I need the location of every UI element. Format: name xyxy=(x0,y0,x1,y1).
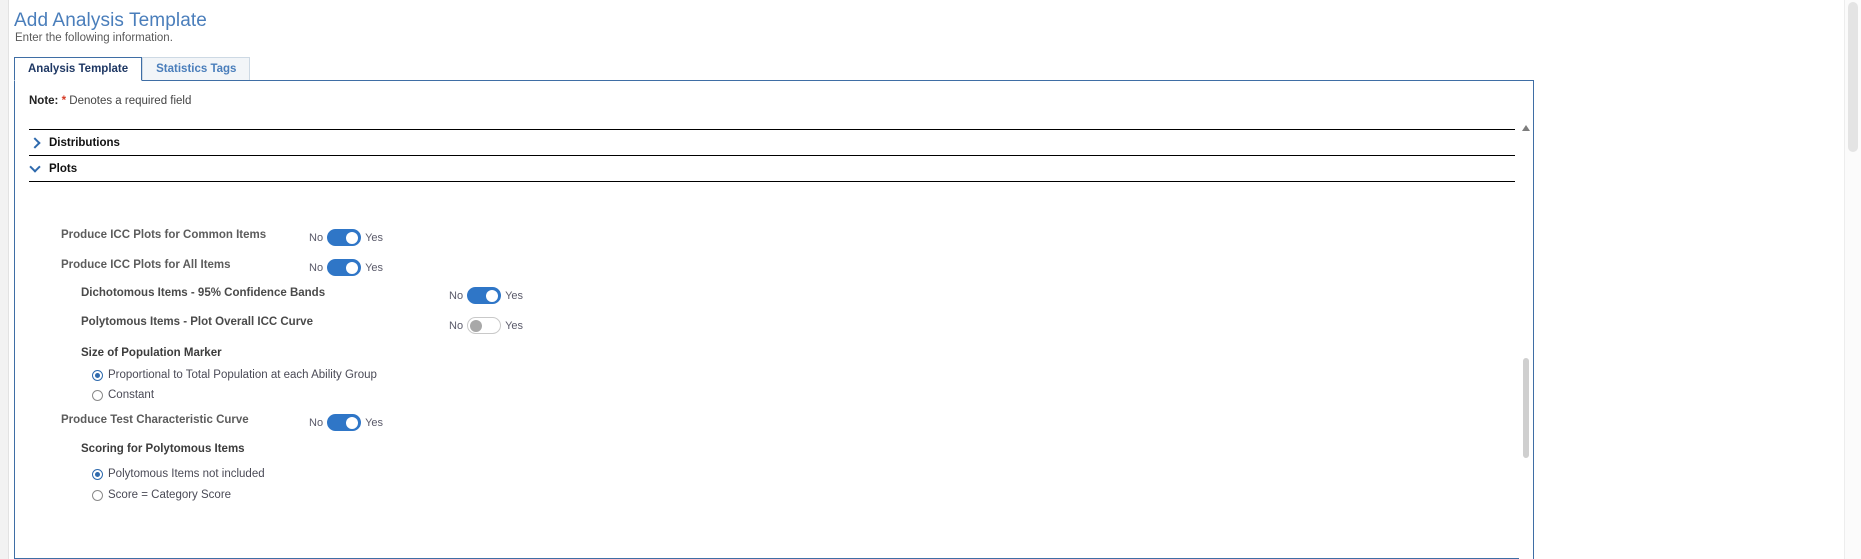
radio-option-proportional[interactable]: Proportional to Total Population at each… xyxy=(92,369,377,381)
tab-analysis-template-label: Analysis Template xyxy=(28,63,129,75)
switch-polytomous-overall-icc[interactable] xyxy=(467,317,502,334)
radio-label-constant: Constant xyxy=(108,389,155,401)
page-scrollbar-thumb[interactable] xyxy=(1848,2,1858,152)
toggle-on-label: Yes xyxy=(505,319,524,332)
toggle-test-characteristic-curve[interactable]: No Yes xyxy=(309,414,383,431)
label-polytomous-overall-icc: Polytomous Items - Plot Overall ICC Curv… xyxy=(81,316,313,328)
label-test-characteristic-curve: Produce Test Characteristic Curve xyxy=(61,414,249,426)
tab-bar: Analysis Template Statistics Tags xyxy=(14,57,251,81)
row-icc-common-items: Produce ICC Plots for Common Items xyxy=(61,229,266,241)
chevron-down-icon xyxy=(29,163,41,175)
radio-option-polytomous-not-included[interactable]: Polytomous Items not included xyxy=(92,468,265,480)
toggle-icc-all-items[interactable]: No Yes xyxy=(309,259,383,276)
form-panel: Note: * Denotes a required field Distrib… xyxy=(14,80,1534,559)
panel-scrollbar[interactable] xyxy=(1519,121,1533,559)
toggle-off-label: No xyxy=(309,416,324,429)
radio-icon-selected xyxy=(92,369,103,381)
note-text: Denotes a required field xyxy=(69,95,192,107)
toggle-polytomous-overall-icc[interactable]: No Yes xyxy=(449,317,523,334)
required-field-note: Note: * Denotes a required field xyxy=(29,95,191,107)
toggle-on-label: Yes xyxy=(365,261,384,274)
toggle-off-label: No xyxy=(309,231,324,244)
toggle-off-label: No xyxy=(449,319,464,332)
page-subtitle: Enter the following information. xyxy=(15,32,173,44)
label-icc-common-items: Produce ICC Plots for Common Items xyxy=(61,229,267,241)
page-scrollbar[interactable] xyxy=(1844,0,1861,559)
page-content: Add Analysis Template Enter the followin… xyxy=(9,0,1845,559)
switch-dichotomous-confidence-bands[interactable] xyxy=(467,287,502,304)
chevron-right-icon xyxy=(29,137,41,149)
radio-label-score-category-score: Score = Category Score xyxy=(108,489,232,501)
page-left-gutter xyxy=(0,0,9,559)
toggle-icc-common-items[interactable]: No Yes xyxy=(309,229,383,246)
toggle-on-label: Yes xyxy=(365,416,384,429)
accordion-distributions-label: Distributions xyxy=(49,136,120,149)
label-dichotomous-confidence-bands: Dichotomous Items - 95% Confidence Bands xyxy=(81,287,326,299)
switch-icc-common-items[interactable] xyxy=(327,229,362,246)
radio-label-polytomous-not-included: Polytomous Items not included xyxy=(108,468,265,480)
tab-statistics-tags-label: Statistics Tags xyxy=(156,63,237,75)
plots-section-divider xyxy=(29,181,1515,182)
switch-knob xyxy=(346,261,359,274)
row-polytomous-overall-icc: Polytomous Items - Plot Overall ICC Curv… xyxy=(81,316,313,328)
radio-option-constant[interactable]: Constant xyxy=(92,389,154,401)
tab-statistics-tags[interactable]: Statistics Tags xyxy=(142,57,251,81)
switch-test-characteristic-curve[interactable] xyxy=(327,414,362,431)
application-window: Add Analysis Template Enter the followin… xyxy=(0,0,1861,559)
label-icc-all-items: Produce ICC Plots for All Items xyxy=(61,259,231,271)
form-scroll-region: Distributions Plots Produce ICC Plots fo… xyxy=(15,121,1533,559)
note-prefix: Note: xyxy=(29,95,59,107)
radio-icon-selected xyxy=(92,468,103,480)
group-label-polytomous-scoring: Scoring for Polytomous Items xyxy=(81,443,245,455)
radio-icon-unselected xyxy=(92,489,103,501)
scrollbar-thumb[interactable] xyxy=(1523,358,1529,458)
toggle-on-label: Yes xyxy=(365,231,384,244)
row-test-characteristic-curve: Produce Test Characteristic Curve xyxy=(61,414,249,426)
toggle-on-label: Yes xyxy=(505,289,524,302)
toggle-dichotomous-confidence-bands[interactable]: No Yes xyxy=(449,287,523,304)
accordion-plots-label: Plots xyxy=(49,162,78,175)
radio-option-score-category-score[interactable]: Score = Category Score xyxy=(92,489,231,501)
switch-knob xyxy=(486,289,499,302)
switch-knob xyxy=(470,319,483,332)
group-label-population-marker: Size of Population Marker xyxy=(81,347,222,359)
scroll-up-arrow-icon[interactable] xyxy=(1522,125,1530,131)
toggle-off-label: No xyxy=(449,289,464,302)
radio-icon-unselected xyxy=(92,389,103,401)
page-title: Add Analysis Template xyxy=(14,10,207,31)
row-dichotomous-confidence-bands: Dichotomous Items - 95% Confidence Bands xyxy=(81,287,325,299)
tab-analysis-template[interactable]: Analysis Template xyxy=(14,57,143,81)
radio-label-proportional: Proportional to Total Population at each… xyxy=(108,369,377,381)
required-asterisk: * xyxy=(61,95,67,107)
switch-knob xyxy=(346,416,359,429)
accordion-plots[interactable]: Plots xyxy=(29,155,1515,181)
accordion-distributions[interactable]: Distributions xyxy=(29,129,1515,155)
row-icc-all-items: Produce ICC Plots for All Items xyxy=(61,259,231,271)
toggle-off-label: No xyxy=(309,261,324,274)
switch-icc-all-items[interactable] xyxy=(327,259,362,276)
switch-knob xyxy=(346,231,359,244)
